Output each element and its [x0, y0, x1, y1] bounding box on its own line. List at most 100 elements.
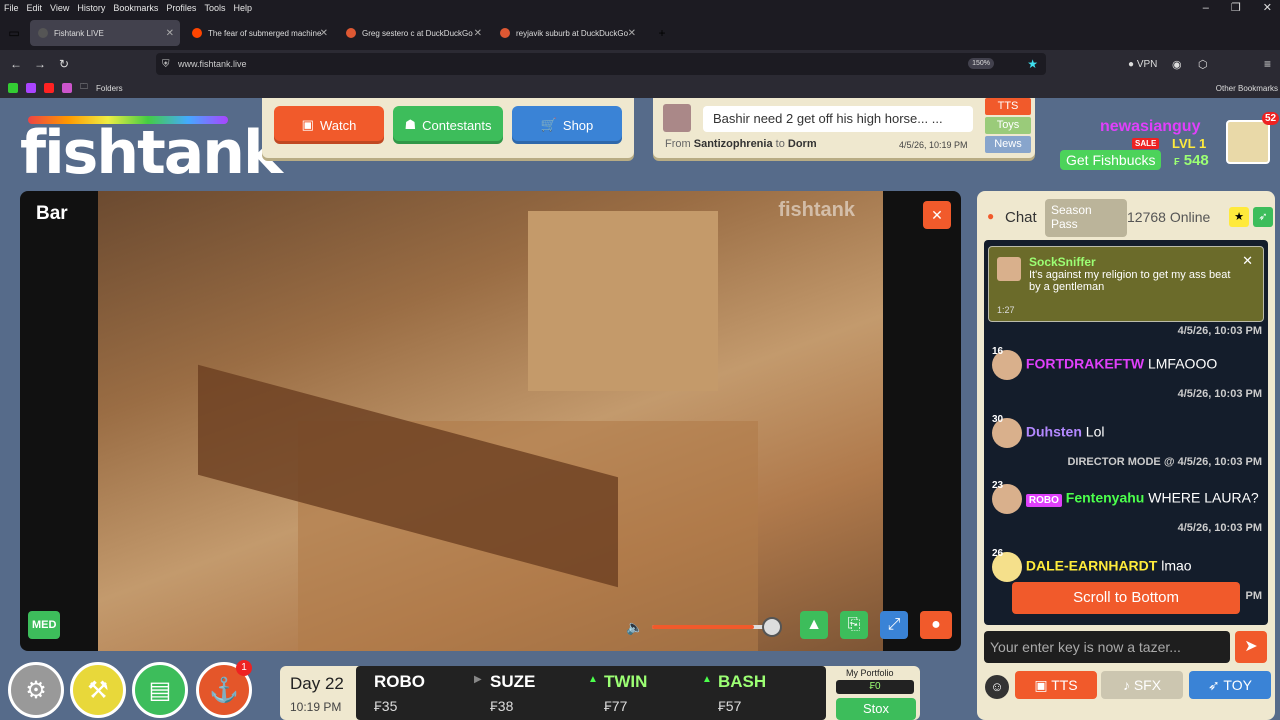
chat-username[interactable]: Duhsten	[1026, 424, 1082, 440]
stock-twin[interactable]: TWIN	[604, 672, 647, 692]
forward-icon[interactable]: →	[28, 57, 52, 71]
shop-label: Shop	[562, 117, 594, 133]
duckduckgo-favicon-icon	[500, 28, 510, 38]
other-bookmarks[interactable]: Other Bookmarks	[1216, 84, 1278, 93]
bottom-bar: ⚙ ⚒ ▤ ⚓ 1 Day 22 10:19 PM ROBO ₣35 ▶ SUZ…	[0, 658, 975, 720]
season-pass-button[interactable]: Season Pass	[1045, 199, 1127, 237]
vpn-button[interactable]: ● VPN	[1128, 59, 1157, 70]
emoji-button[interactable]: ☺	[985, 675, 1009, 699]
settings-button[interactable]: ⚙	[8, 662, 64, 718]
volume-fill	[652, 625, 754, 629]
account-icon[interactable]: ◉	[1172, 58, 1182, 71]
bookmark-green-icon[interactable]	[8, 83, 18, 93]
back-icon[interactable]: ←	[4, 57, 28, 71]
scroll-to-bottom-button[interactable]: Scroll to Bottom	[1012, 582, 1240, 614]
menu-help[interactable]: Help	[233, 0, 252, 16]
notification-badge[interactable]: 52	[1262, 112, 1280, 125]
bookmark-star-icon[interactable]: ★	[1027, 57, 1038, 71]
bookmark-purple-icon[interactable]	[26, 83, 36, 93]
get-fishbucks-button[interactable]: Get Fishbucks	[1060, 150, 1162, 170]
tts-tab[interactable]: TTS	[985, 98, 1031, 115]
close-tab-icon[interactable]: ✕	[320, 28, 328, 39]
tab-reyjavik[interactable]: reyjavik suburb at DuckDuckGo ✕	[492, 20, 642, 46]
menu-view[interactable]: View	[50, 0, 69, 16]
bookmark-folders[interactable]: Folders	[96, 84, 123, 93]
clip-button[interactable]: ▲	[800, 611, 828, 639]
reload-icon[interactable]: ↻	[52, 57, 76, 71]
brick-wall	[528, 211, 718, 391]
room-name: Bar	[36, 203, 68, 224]
tab-greg[interactable]: Greg sestero c at DuckDuckGo ✕	[338, 20, 488, 46]
menu-history[interactable]: History	[77, 0, 105, 16]
stock-robo[interactable]: ROBO	[374, 672, 425, 692]
chat-input[interactable]: Your enter key is now a tazer...	[984, 631, 1230, 663]
backpack-icon: ▤	[148, 676, 172, 704]
timestamp: 4/5/26, 10:03 PM	[1177, 522, 1262, 534]
volume-knob[interactable]	[762, 617, 782, 637]
tts-button[interactable]: ▣ TTS	[1015, 671, 1097, 699]
bookmark-pink-icon[interactable]	[62, 83, 72, 93]
user-avatar[interactable]	[1226, 120, 1270, 164]
volume-slider[interactable]	[652, 617, 782, 637]
menu-file[interactable]: File	[4, 0, 19, 16]
sfx-label: SFX	[1133, 677, 1162, 693]
close-window-icon[interactable]: ✕	[1263, 0, 1272, 16]
menu-icon[interactable]: ≡	[1264, 57, 1271, 71]
tab-overview-icon[interactable]: ▭	[2, 26, 26, 40]
watch-button[interactable]: ▣ Watch	[274, 106, 384, 144]
username[interactable]: newasianguy	[1100, 118, 1200, 136]
tab-machine[interactable]: The fear of submerged machine ✕	[184, 20, 334, 46]
address-bar[interactable]: ⛨ www.fishtank.live 150% ★	[156, 53, 1046, 75]
menu-profiles[interactable]: Profiles	[166, 0, 196, 16]
new-tab-icon[interactable]: +	[650, 26, 674, 40]
menu-bar: File Edit View History Bookmarks Profile…	[0, 0, 1280, 16]
volume-icon[interactable]: 🔈	[626, 619, 643, 636]
stock-suze-value: ₣38	[490, 698, 514, 714]
close-tab-icon[interactable]: ✕	[628, 28, 636, 39]
crafting-button[interactable]: ⚒	[70, 662, 126, 718]
pinned-text: It's against my religion to get my ass b…	[1029, 269, 1231, 293]
close-video-button[interactable]: ✕	[923, 201, 951, 229]
chat-username[interactable]: Fentenyahu	[1066, 490, 1145, 506]
toys-tab[interactable]: Toys	[985, 117, 1031, 134]
live-stream-image[interactable]: fishtank	[98, 191, 883, 651]
menu-bookmarks[interactable]: Bookmarks	[113, 0, 158, 16]
record-button[interactable]: ●	[920, 611, 952, 639]
cast-button[interactable]: ⎘	[840, 611, 868, 639]
ticker-from[interactable]: Santizophrenia	[694, 138, 773, 150]
chat-username[interactable]: DALE-EARNHARDT	[1026, 558, 1157, 574]
stock-ticker: Day 22 10:19 PM ROBO ₣35 ▶ SUZE ₣38 ▲ TW…	[280, 666, 920, 720]
contestants-button[interactable]: ☗ Contestants	[393, 106, 503, 144]
close-tab-icon[interactable]: ✕	[474, 28, 482, 39]
video-player[interactable]: Bar fishtank ✕ MED 🔈 ▲ ⎘ ⤢ ●	[20, 191, 961, 651]
chat-username[interactable]: FORTDRAKEFTW	[1026, 356, 1144, 372]
fullscreen-button[interactable]: ⤢	[880, 611, 908, 639]
extensions-icon[interactable]: ⬡	[1198, 58, 1208, 71]
online-count: 12768 Online	[1127, 209, 1211, 225]
fish-icon[interactable]: ➶	[1253, 207, 1273, 227]
toy-button[interactable]: ➶ TOY	[1189, 671, 1271, 699]
timestamp: PM	[1245, 590, 1263, 602]
quality-button[interactable]: MED	[28, 611, 61, 639]
bookmark-youtube-icon[interactable]	[44, 83, 54, 93]
fishtank-logo[interactable]: fishtank	[20, 118, 283, 188]
tab-fishtank[interactable]: Fishtank LIVE ✕	[30, 20, 180, 46]
stock-bash[interactable]: BASH	[718, 672, 766, 692]
close-pinned-icon[interactable]: ✕	[1242, 253, 1253, 269]
close-tab-icon[interactable]: ✕	[166, 28, 174, 39]
inventory-button[interactable]: ▤	[132, 662, 188, 718]
shop-button[interactable]: 🛒 Shop	[512, 106, 622, 144]
menu-edit[interactable]: Edit	[27, 0, 43, 16]
star-icon[interactable]: ★	[1229, 207, 1249, 227]
chat-messages[interactable]: SockSniffer It's against my religion to …	[984, 240, 1268, 625]
maximize-icon[interactable]: ❐	[1231, 0, 1241, 16]
menu-tools[interactable]: Tools	[204, 0, 225, 16]
pinned-user[interactable]: SockSniffer	[1029, 255, 1096, 269]
stock-suze[interactable]: SUZE	[490, 672, 535, 692]
sfx-button[interactable]: ♪ SFX	[1101, 671, 1183, 699]
news-tab[interactable]: News	[985, 136, 1031, 153]
minimize-icon[interactable]: –	[1203, 0, 1209, 16]
stox-button[interactable]: Stox	[836, 698, 916, 720]
send-button[interactable]: ➤	[1235, 631, 1267, 663]
zoom-level[interactable]: 150%	[968, 58, 994, 69]
